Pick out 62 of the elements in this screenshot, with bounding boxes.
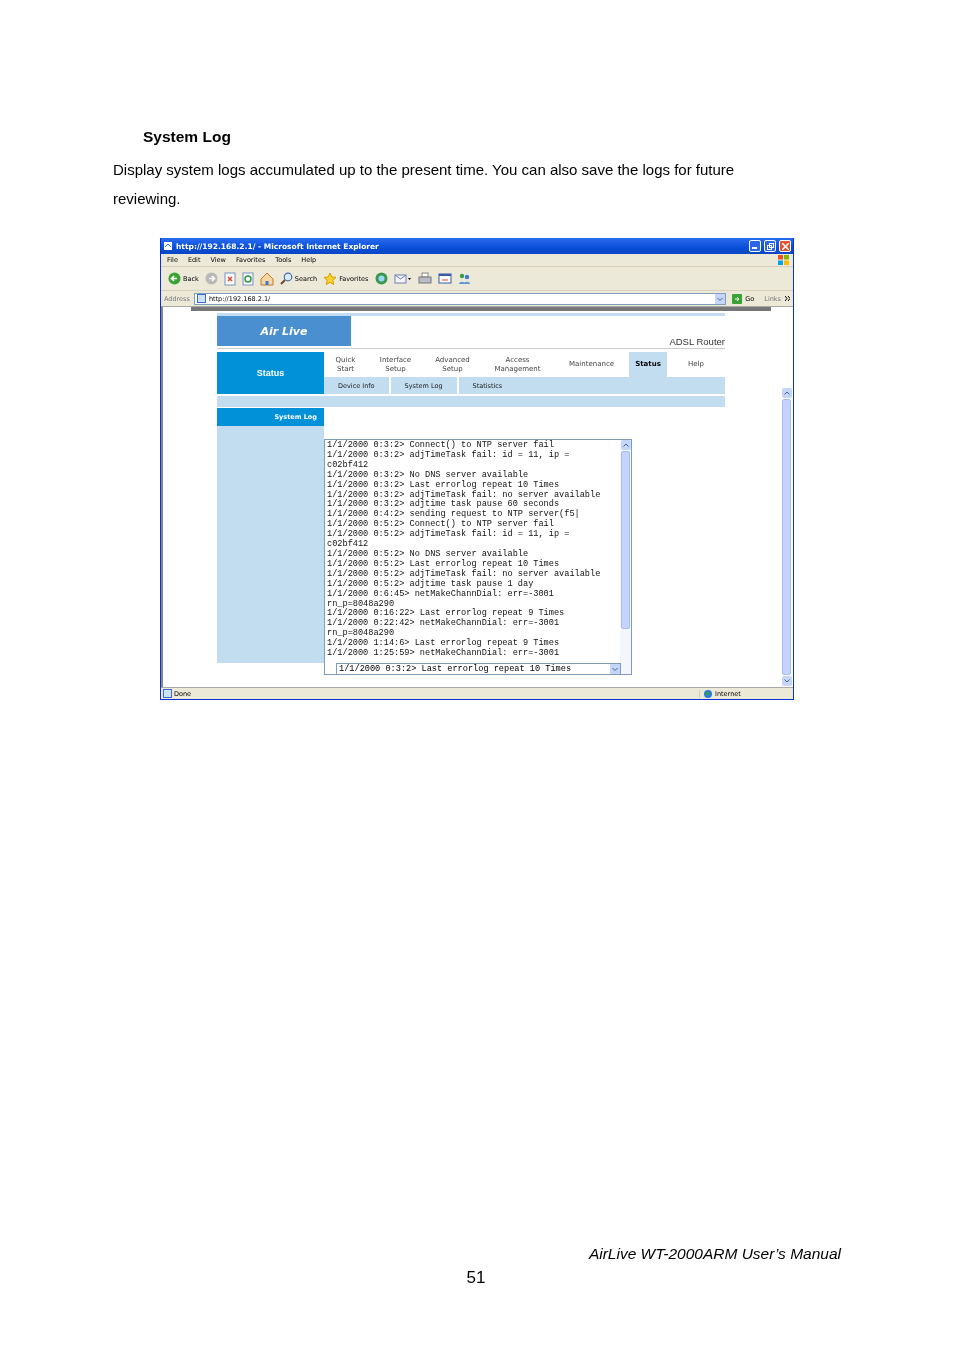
log-line: 1/1/2000 0:5:2> Last errorlog repeat 10 Times — [327, 559, 561, 569]
home-icon — [259, 271, 274, 286]
log-line: 1/1/2000 0:6:45> netMakeChannDial: err=-3001 — [327, 589, 555, 600]
log-line: 1/1/2000 0:5:2> adjtime task pause 1 day — [327, 579, 535, 589]
log-line: 1/1/2000 0:5:2> adjTimeTask fail: id = 11, ip = — [327, 530, 571, 540]
log-line: 1/1/2000 0:3:2> Connect() to NTP server fail — [327, 441, 555, 450]
edit-icon — [437, 272, 452, 285]
log-line: 1/1/2000 0:5:2> Connect() to NTP server fail — [327, 520, 554, 530]
search-icon — [279, 272, 293, 285]
product-name: ADSL Router — [669, 336, 725, 348]
star-icon — [323, 271, 338, 286]
minimize-button[interactable] — [749, 240, 761, 252]
scroll-down-icon — [784, 679, 790, 683]
log-line: rn_p=8048a290 — [327, 629, 396, 639]
restore-button[interactable] — [764, 240, 776, 252]
scroll-up-icon — [784, 391, 790, 395]
log-dropdown[interactable]: 1/1/2000 0:3:2> Last errorlog repeat 10 Times — [336, 663, 621, 675]
log-line: c02bf412 — [327, 460, 370, 470]
close-button[interactable] — [779, 240, 791, 252]
page-icon — [163, 241, 173, 251]
chevron-icon — [785, 296, 790, 301]
log-line: c02bf412 — [327, 540, 370, 550]
log-line: 1/1/2000 0:5:2> No DNS server available — [327, 549, 530, 559]
log-line: 1/1/2000 0:3:2> Last errorlog repeat 10 Times — [327, 480, 561, 490]
manual-footer: AirLive WT-2000ARM User’s Manual — [588, 1244, 841, 1264]
people-icon — [457, 272, 471, 285]
globe-icon — [704, 689, 712, 698]
scrollbar[interactable] — [620, 440, 631, 674]
log-line: rn_p=8048a290 — [327, 599, 396, 609]
page-icon — [196, 294, 206, 303]
page-icon — [163, 689, 172, 698]
stop-icon — [223, 271, 236, 286]
stop-button[interactable] — [222, 269, 237, 288]
mail-icon — [393, 272, 412, 285]
section-title: Status — [217, 352, 324, 394]
log-line: 1/1/2000 1:14:6> Last errorlog repeat 9 Times — [327, 639, 561, 649]
airlive-logo: Air Live — [217, 316, 351, 346]
refresh-button[interactable] — [240, 269, 255, 288]
close-icon — [781, 242, 789, 250]
log-line: 1/1/2000 1:25:59> netMakeChannDial: err=-3001 — [327, 649, 561, 659]
refresh-icon — [241, 271, 254, 286]
media-icon — [374, 272, 388, 285]
log-line: 1/1/2000 0:3:2> No DNS server available — [327, 470, 530, 480]
log-line: 1/1/2000 0:5:2> adjTimeTask fail: no server available — [327, 569, 602, 579]
scroll-up-icon — [622, 443, 629, 447]
log-line: 1/1/2000 0:3:2> adjTimeTask fail: no server available — [327, 490, 602, 500]
log-line: 1/1/2000 0:22:42> netMakeChannDial: err=-3001 — [327, 619, 561, 629]
section-heading: System Log — [143, 127, 231, 147]
dropdown-icon — [715, 293, 726, 304]
log-line: 1/1/2000 0:16:22> Last errorlog repeat 9 Times — [327, 609, 566, 619]
restore-icon — [766, 242, 774, 250]
back-arrow-icon — [168, 272, 181, 285]
go-arrow-icon — [732, 293, 743, 304]
description-paragraph: Display system logs accumulated up to the present time. You can also save the logs for future reviewing. — [113, 160, 736, 209]
page-number: 51 — [466, 1268, 487, 1288]
log-line: 1/1/2000 0:3:2> adjtime task pause 60 seconds — [327, 500, 560, 510]
windows-logo-icon — [778, 255, 789, 265]
dropdown-icon — [610, 664, 620, 674]
page-scrollbar[interactable] — [782, 388, 792, 686]
printer-icon — [417, 272, 432, 285]
log-line: 1/1/2000 0:4:2> sending request to NTP server(f5| — [327, 510, 581, 520]
log-line: 1/1/2000 0:3:2> adjTimeTask fail: id = 11, ip = — [327, 450, 571, 460]
